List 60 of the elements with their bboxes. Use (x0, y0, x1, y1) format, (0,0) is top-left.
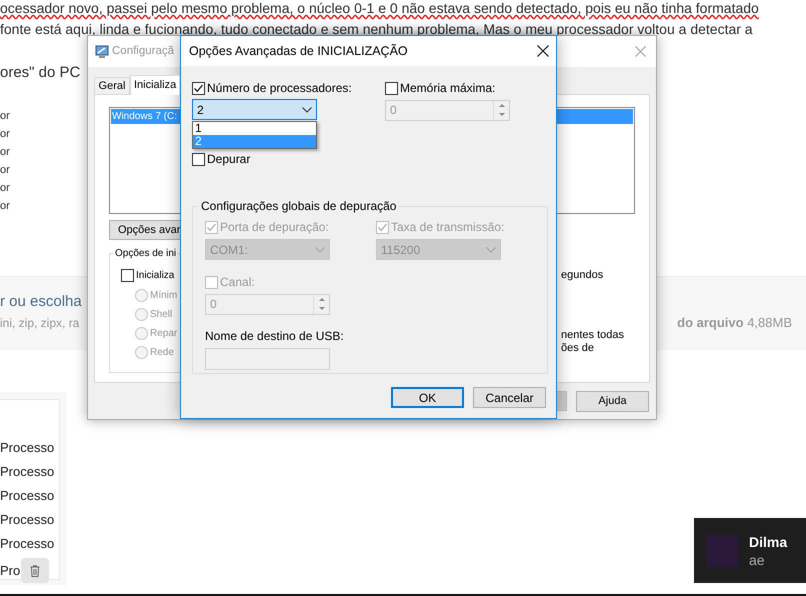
radio-label: Rede (150, 346, 174, 360)
delete-button[interactable] (21, 558, 50, 583)
list-text: or (0, 110, 10, 123)
dialog-title: Opções Avançadas de INICIALIZAÇÃO (189, 42, 408, 60)
tab[interactable]: Geral (94, 77, 130, 94)
option-text: egundos (561, 269, 604, 282)
option-text: ões de (561, 342, 596, 355)
radio-label: Mínim (150, 289, 178, 303)
option-text: nentes todas (561, 329, 625, 342)
article-text: fonte está aqui, linda e fucionando, tudo conectado e sem nenhum problema, Mas o meu processador voltou a detectar a (0, 20, 754, 38)
attachment-name: Processo (0, 463, 54, 481)
group-legend: Opções de ini (114, 246, 178, 261)
attachment-name: Processo (0, 535, 54, 553)
checkbox-label: Inicializa (136, 269, 174, 283)
article-text: ocessador novo, passei pelo mesmo problema, o núcleo 0-1 e 0 não estava sendo detectado, pois eu não tinha formatado (0, 0, 760, 16)
field-label: Nome de destino de USB: (205, 329, 345, 343)
checkbox-label: Porta de depuração: (220, 219, 329, 236)
attachment-name: Processo (0, 511, 54, 529)
radio-label: Repar (150, 327, 178, 341)
checkbox[interactable] (385, 82, 398, 94)
cancel-button[interactable]: Cancelar (473, 387, 546, 408)
chat-notification[interactable]: Dilma ae (694, 518, 806, 583)
photo-placeholder (706, 534, 738, 566)
list-text: or (0, 146, 10, 159)
trash-icon (30, 564, 40, 576)
help-button[interactable]: Ajuda (576, 391, 649, 412)
monitor-icon (95, 44, 109, 58)
checkbox-label: Taxa de transmissão: (391, 219, 504, 236)
tab[interactable]: Inicializa (130, 75, 180, 95)
article-heading: ores" do PC (0, 64, 80, 82)
attachment-name: Processo (0, 439, 54, 457)
list-text: or (0, 128, 10, 141)
window-title: Configuraçã (112, 44, 174, 59)
upload-size-limit: do arquivo 4,88MB (677, 316, 792, 330)
checkbox-label: Memória máxima: (400, 80, 496, 97)
upload-formats: ini, zip, zipx, ra (0, 316, 80, 330)
attachment-name: Pro (0, 562, 20, 580)
dropdown-option[interactable]: 1 (193, 122, 316, 135)
checkbox-label: Número de processadores: (207, 80, 352, 97)
message-preview: ae (749, 550, 766, 568)
checkbox-label: Depurar (207, 151, 250, 168)
checkbox-label: Canal: (220, 274, 255, 291)
chevron-down-icon (302, 106, 312, 112)
group-legend: Configurações globais de depuração (199, 199, 398, 213)
sender-name: Dilma (749, 532, 788, 550)
chevron-down-icon (486, 246, 496, 252)
usb-target-field[interactable] (205, 348, 330, 370)
attachment-name: Processo (0, 487, 54, 505)
upload-prompt[interactable]: r ou escolha (0, 293, 82, 311)
chevron-down-icon (315, 246, 325, 252)
checkbox[interactable] (192, 82, 205, 94)
checkbox[interactable] (192, 152, 205, 166)
ok-button[interactable]: OK (391, 387, 464, 408)
list-text: or (0, 182, 10, 195)
list-text: or (0, 200, 10, 213)
processor-count-dropdown[interactable]: 2 (192, 99, 317, 120)
checkbox[interactable] (121, 269, 134, 282)
radio-label: Shell (150, 308, 172, 322)
close-icon[interactable] (537, 45, 549, 57)
list-text: or (0, 164, 10, 177)
